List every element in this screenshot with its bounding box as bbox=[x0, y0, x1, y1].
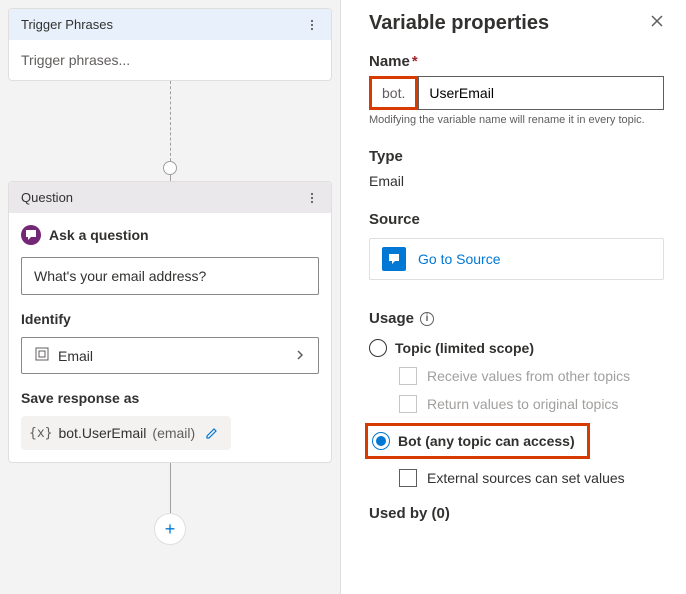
canvas: Trigger Phrases Trigger phrases... Quest… bbox=[0, 0, 340, 594]
usage-bot-radio[interactable]: Bot (any topic can access) bbox=[368, 430, 579, 452]
name-input[interactable] bbox=[418, 76, 664, 110]
name-hint: Modifying the variable name will rename … bbox=[369, 114, 664, 126]
close-icon[interactable] bbox=[650, 14, 664, 33]
chevron-right-icon bbox=[294, 348, 306, 364]
variable-chip[interactable]: {x} bot.UserEmail (email) bbox=[21, 416, 231, 450]
type-value: Email bbox=[369, 173, 664, 189]
go-to-source-button[interactable]: Go to Source bbox=[369, 238, 664, 280]
external-sources-checkbox[interactable]: External sources can set values bbox=[399, 469, 664, 487]
trigger-body: Trigger phrases... bbox=[21, 52, 130, 68]
chat-icon bbox=[382, 247, 406, 271]
identify-select[interactable]: Email bbox=[21, 337, 319, 374]
ask-label: Ask a question bbox=[49, 227, 149, 243]
name-label: Name bbox=[369, 53, 410, 70]
more-icon[interactable] bbox=[305, 191, 319, 205]
save-label: Save response as bbox=[21, 390, 319, 406]
variable-properties-panel: Variable properties Name* bot. Modifying… bbox=[340, 0, 686, 594]
entity-icon bbox=[34, 346, 50, 365]
trigger-title: Trigger Phrases bbox=[21, 17, 113, 32]
usage-topic-radio[interactable]: Topic (limited scope) bbox=[369, 339, 664, 357]
question-input[interactable]: What's your email address? bbox=[21, 257, 319, 295]
add-node-button[interactable]: + bbox=[154, 513, 186, 545]
panel-title: Variable properties bbox=[369, 12, 549, 35]
pencil-icon[interactable] bbox=[201, 422, 223, 444]
type-label: Type bbox=[369, 148, 664, 165]
question-title: Question bbox=[21, 190, 73, 205]
question-card[interactable]: Question Ask a question What's your emai… bbox=[8, 181, 332, 463]
name-prefix: bot. bbox=[369, 76, 418, 110]
info-icon[interactable]: i bbox=[420, 312, 434, 326]
identify-label: Identify bbox=[21, 311, 319, 327]
source-label: Source bbox=[369, 211, 664, 228]
more-icon[interactable] bbox=[305, 18, 319, 32]
variable-icon: {x} bbox=[29, 426, 52, 441]
trigger-phrases-card[interactable]: Trigger Phrases Trigger phrases... bbox=[8, 8, 332, 81]
receive-values-checkbox: Receive values from other topics bbox=[399, 367, 664, 385]
used-by-label: Used by (0) bbox=[369, 505, 664, 522]
return-values-checkbox: Return values to original topics bbox=[399, 395, 664, 413]
chat-icon bbox=[21, 225, 41, 245]
usage-label: Usage bbox=[369, 310, 414, 327]
